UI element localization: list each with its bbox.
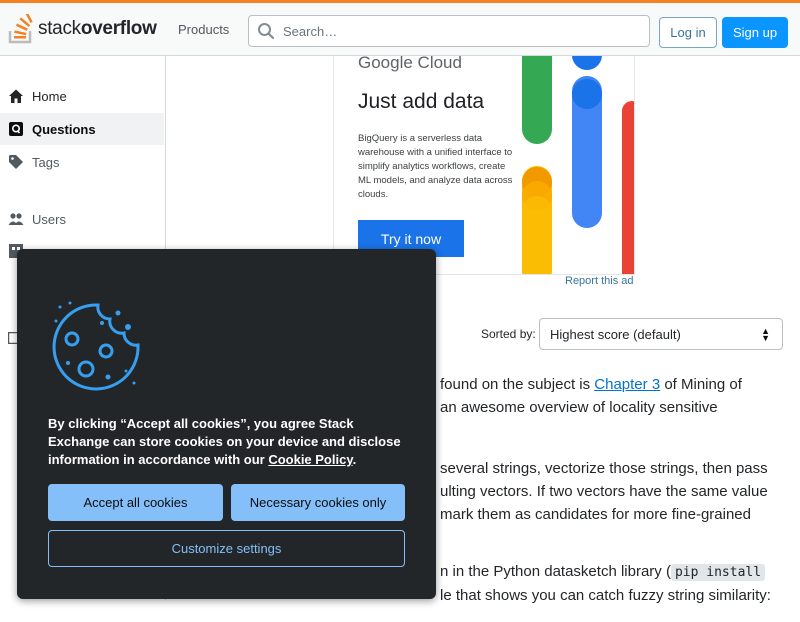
login-button[interactable]: Log in bbox=[659, 17, 717, 48]
cookie-message-end: . bbox=[352, 452, 357, 467]
logo-text-light: stack bbox=[38, 18, 81, 39]
sidebar-item-users[interactable]: Users bbox=[0, 203, 164, 235]
inline-code: pip install bbox=[670, 564, 766, 581]
sort-label: Sorted by: bbox=[481, 327, 536, 341]
home-icon bbox=[8, 88, 24, 104]
ad-brand: Google Cloud bbox=[358, 56, 462, 72]
ad-body: BigQuery is a serverless data warehouse … bbox=[358, 133, 513, 200]
sidebar-item-home[interactable]: Home bbox=[0, 80, 164, 112]
answer-text: le that shows you can catch fuzzy string… bbox=[440, 587, 771, 604]
accept-all-cookies-button[interactable]: Accept all cookies bbox=[48, 484, 223, 521]
top-bar: stackoverflow Products Log in Sign up bbox=[0, 0, 800, 56]
customize-settings-button[interactable]: Customize settings bbox=[48, 530, 405, 567]
answer-text: several strings, vectorize those strings… bbox=[440, 460, 768, 477]
sidebar-item-label: Home bbox=[32, 88, 67, 104]
sidebar-item-tags[interactable]: Tags bbox=[0, 146, 164, 178]
answer-text: an awesome overview of locality sensitiv… bbox=[440, 399, 718, 416]
signup-button[interactable]: Sign up bbox=[722, 17, 788, 48]
tag-icon bbox=[8, 154, 24, 170]
answer-text: of Mining of bbox=[660, 376, 742, 393]
sidebar-item-label: Users bbox=[32, 211, 66, 227]
google-cloud-ad[interactable]: Google Cloud Just add data BigQuery is a… bbox=[333, 56, 635, 275]
search-box[interactable] bbox=[248, 15, 650, 47]
cookie-consent-dialog: By clicking “Accept all cookies”, you ag… bbox=[17, 249, 436, 599]
search-input[interactable] bbox=[281, 23, 645, 40]
sort-selected-value: Highest score (default) bbox=[550, 326, 681, 342]
sidebar-item-label: Questions bbox=[32, 121, 96, 137]
search-icon bbox=[257, 22, 275, 45]
select-arrows-icon: ▲ ▼ bbox=[761, 326, 770, 343]
answer-text: ve found on the subject is bbox=[420, 376, 595, 393]
logo-text-bold: overflow bbox=[80, 18, 157, 39]
cookie-icon bbox=[52, 301, 140, 391]
ad-title: Just add data bbox=[358, 90, 485, 113]
report-ad-link[interactable]: Report this ad bbox=[565, 275, 633, 287]
answer-body: ve found on the subject is Chapter 3 of … bbox=[420, 373, 800, 622]
answer-text: n in the Python datasketch library ( bbox=[440, 563, 671, 580]
answer-paragraph: ve found on the subject is Chapter 3 of … bbox=[420, 373, 800, 419]
answer-text: ulting vectors. If two vectors have the … bbox=[440, 483, 768, 500]
products-link[interactable]: Products bbox=[178, 22, 229, 37]
cookie-policy-link[interactable]: Cookie Policy bbox=[268, 452, 352, 467]
answer-paragraph: several strings, vectorize those strings… bbox=[420, 457, 800, 526]
stackoverflow-logo-icon bbox=[8, 14, 33, 44]
sidebar-item-label: Tags bbox=[32, 154, 60, 170]
necessary-cookies-button[interactable]: Necessary cookies only bbox=[231, 484, 405, 521]
users-icon bbox=[8, 211, 24, 227]
stackoverflow-logo[interactable]: stackoverflow bbox=[8, 13, 157, 45]
sort-select[interactable]: Highest score (default) ▲ ▼ bbox=[539, 318, 783, 350]
sidebar-item-questions[interactable]: Questions bbox=[0, 113, 164, 145]
questions-icon bbox=[8, 121, 24, 137]
chapter-3-link[interactable]: Chapter 3 bbox=[594, 376, 660, 393]
ad-graphic-bars bbox=[522, 56, 634, 274]
answer-text: mark them as candidates for more fine-gr… bbox=[440, 506, 751, 523]
cookie-message: By clicking “Accept all cookies”, you ag… bbox=[48, 415, 418, 469]
